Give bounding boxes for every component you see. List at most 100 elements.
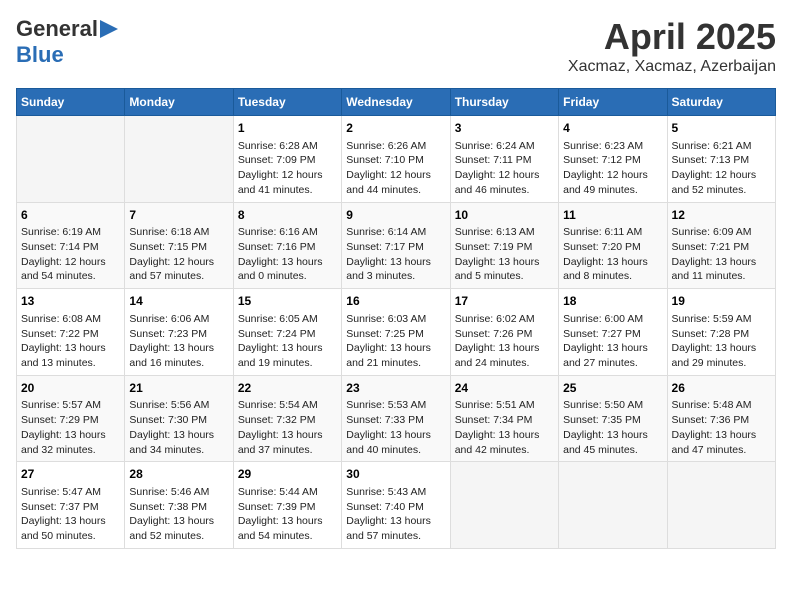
calendar-cell — [17, 116, 125, 203]
day-number: 20 — [21, 380, 120, 397]
day-number: 28 — [129, 466, 228, 483]
calendar-cell: 29 Sunrise: 5:44 AMSunset: 7:39 PMDayligh… — [233, 462, 341, 549]
logo-blue-text: Blue — [16, 42, 64, 68]
day-number: 19 — [672, 293, 771, 310]
cell-content: Sunrise: 5:56 AMSunset: 7:30 PMDaylight:… — [129, 398, 228, 457]
calendar-body: 1 Sunrise: 6:28 AMSunset: 7:09 PMDaylight… — [17, 116, 776, 549]
cell-content: Sunrise: 6:09 AMSunset: 7:21 PMDaylight:… — [672, 225, 771, 284]
calendar-cell: 26Sunrise: 5:48 AMSunset: 7:36 PMDayligh… — [667, 375, 775, 462]
logo: General Blue — [16, 16, 118, 68]
day-number: 14 — [129, 293, 228, 310]
cell-content: Sunrise: 5:46 AMSunset: 7:38 PMDaylight:… — [129, 485, 228, 544]
calendar-cell — [559, 462, 667, 549]
day-number: 29 — [238, 466, 337, 483]
cell-content: Sunrise: 5:54 AMSunset: 7:32 PMDaylight:… — [238, 398, 337, 457]
day-number: 5 — [672, 120, 771, 137]
cell-content: Sunrise: 6:02 AMSunset: 7:26 PMDaylight:… — [455, 312, 554, 371]
calendar-cell: 20Sunrise: 5:57 AMSunset: 7:29 PMDayligh… — [17, 375, 125, 462]
column-header-tuesday: Tuesday — [233, 89, 341, 116]
cell-content: Sunrise: 5:59 AMSunset: 7:28 PMDaylight:… — [672, 312, 771, 371]
column-header-wednesday: Wednesday — [342, 89, 450, 116]
column-header-monday: Monday — [125, 89, 233, 116]
calendar-cell: 22Sunrise: 5:54 AMSunset: 7:32 PMDayligh… — [233, 375, 341, 462]
calendar-cell: 6Sunrise: 6:19 AMSunset: 7:14 PMDaylight… — [17, 202, 125, 289]
cell-content: Sunrise: 5:44 AMSunset: 7:39 PMDaylight:… — [238, 485, 337, 544]
calendar-cell: 2 Sunrise: 6:26 AMSunset: 7:10 PMDaylight… — [342, 116, 450, 203]
cell-content: Sunrise: 6:24 AMSunset: 7:11 PMDaylight:… — [455, 139, 554, 198]
column-header-sunday: Sunday — [17, 89, 125, 116]
day-number: 21 — [129, 380, 228, 397]
day-number: 8 — [238, 207, 337, 224]
column-header-friday: Friday — [559, 89, 667, 116]
cell-content: Sunrise: 5:47 AMSunset: 7:37 PMDaylight:… — [21, 485, 120, 544]
calendar-cell — [450, 462, 558, 549]
day-number: 11 — [563, 207, 662, 224]
cell-content: Sunrise: 6:06 AMSunset: 7:23 PMDaylight:… — [129, 312, 228, 371]
calendar-cell: 4 Sunrise: 6:23 AMSunset: 7:12 PMDaylight… — [559, 116, 667, 203]
title-block: April 2025 Xacmaz, Xacmaz, Azerbaijan — [568, 16, 776, 76]
day-number: 17 — [455, 293, 554, 310]
cell-content: Sunrise: 6:11 AMSunset: 7:20 PMDaylight:… — [563, 225, 662, 284]
cell-content: Sunrise: 6:03 AMSunset: 7:25 PMDaylight:… — [346, 312, 445, 371]
day-number: 25 — [563, 380, 662, 397]
page-title: April 2025 — [568, 16, 776, 58]
day-number: 30 — [346, 466, 445, 483]
cell-content: Sunrise: 6:26 AMSunset: 7:10 PMDaylight:… — [346, 139, 445, 198]
day-number: 27 — [21, 466, 120, 483]
cell-content: Sunrise: 6:08 AMSunset: 7:22 PMDaylight:… — [21, 312, 120, 371]
calendar-cell: 25Sunrise: 5:50 AMSunset: 7:35 PMDayligh… — [559, 375, 667, 462]
calendar-cell: 24Sunrise: 5:51 AMSunset: 7:34 PMDayligh… — [450, 375, 558, 462]
calendar-cell: 13 Sunrise: 6:08 AMSunset: 7:22 PMDayligh… — [17, 289, 125, 376]
calendar-cell: 12Sunrise: 6:09 AMSunset: 7:21 PMDayligh… — [667, 202, 775, 289]
day-number: 10 — [455, 207, 554, 224]
calendar-cell: 19 Sunrise: 5:59 AMSunset: 7:28 PMDayligh… — [667, 289, 775, 376]
week-row-4: 20Sunrise: 5:57 AMSunset: 7:29 PMDayligh… — [17, 375, 776, 462]
calendar-cell: 11Sunrise: 6:11 AMSunset: 7:20 PMDayligh… — [559, 202, 667, 289]
day-number: 2 — [346, 120, 445, 137]
calendar-cell: 8Sunrise: 6:16 AMSunset: 7:16 PMDaylight… — [233, 202, 341, 289]
cell-content: Sunrise: 5:51 AMSunset: 7:34 PMDaylight:… — [455, 398, 554, 457]
calendar-cell: 27 Sunrise: 5:47 AMSunset: 7:37 PMDayligh… — [17, 462, 125, 549]
day-number: 15 — [238, 293, 337, 310]
cell-content: Sunrise: 6:28 AMSunset: 7:09 PMDaylight:… — [238, 139, 337, 198]
cell-content: Sunrise: 6:13 AMSunset: 7:19 PMDaylight:… — [455, 225, 554, 284]
day-number: 23 — [346, 380, 445, 397]
cell-content: Sunrise: 6:23 AMSunset: 7:12 PMDaylight:… — [563, 139, 662, 198]
calendar-cell — [667, 462, 775, 549]
cell-content: Sunrise: 6:18 AMSunset: 7:15 PMDaylight:… — [129, 225, 228, 284]
cell-content: Sunrise: 6:05 AMSunset: 7:24 PMDaylight:… — [238, 312, 337, 371]
day-number: 3 — [455, 120, 554, 137]
cell-content: Sunrise: 5:50 AMSunset: 7:35 PMDaylight:… — [563, 398, 662, 457]
calendar-cell: 15 Sunrise: 6:05 AMSunset: 7:24 PMDayligh… — [233, 289, 341, 376]
week-row-1: 1 Sunrise: 6:28 AMSunset: 7:09 PMDaylight… — [17, 116, 776, 203]
cell-content: Sunrise: 5:53 AMSunset: 7:33 PMDaylight:… — [346, 398, 445, 457]
day-number: 1 — [238, 120, 337, 137]
cell-content: Sunrise: 5:48 AMSunset: 7:36 PMDaylight:… — [672, 398, 771, 457]
day-number: 24 — [455, 380, 554, 397]
cell-content: Sunrise: 6:19 AMSunset: 7:14 PMDaylight:… — [21, 225, 120, 284]
column-header-thursday: Thursday — [450, 89, 558, 116]
logo-arrow-icon — [100, 20, 118, 38]
calendar-cell: 23Sunrise: 5:53 AMSunset: 7:33 PMDayligh… — [342, 375, 450, 462]
day-number: 7 — [129, 207, 228, 224]
week-row-2: 6Sunrise: 6:19 AMSunset: 7:14 PMDaylight… — [17, 202, 776, 289]
day-number: 12 — [672, 207, 771, 224]
day-number: 4 — [563, 120, 662, 137]
day-number: 13 — [21, 293, 120, 310]
calendar-cell: 7Sunrise: 6:18 AMSunset: 7:15 PMDaylight… — [125, 202, 233, 289]
cell-content: Sunrise: 6:00 AMSunset: 7:27 PMDaylight:… — [563, 312, 662, 371]
calendar-cell: 18Sunrise: 6:00 AMSunset: 7:27 PMDayligh… — [559, 289, 667, 376]
day-number: 9 — [346, 207, 445, 224]
day-number: 6 — [21, 207, 120, 224]
calendar-cell: 1 Sunrise: 6:28 AMSunset: 7:09 PMDaylight… — [233, 116, 341, 203]
cell-content: Sunrise: 5:43 AMSunset: 7:40 PMDaylight:… — [346, 485, 445, 544]
calendar-header: SundayMondayTuesdayWednesdayThursdayFrid… — [17, 89, 776, 116]
calendar-cell: 21Sunrise: 5:56 AMSunset: 7:30 PMDayligh… — [125, 375, 233, 462]
cell-content: Sunrise: 6:16 AMSunset: 7:16 PMDaylight:… — [238, 225, 337, 284]
day-number: 26 — [672, 380, 771, 397]
calendar-cell: 17 Sunrise: 6:02 AMSunset: 7:26 PMDayligh… — [450, 289, 558, 376]
day-number: 16 — [346, 293, 445, 310]
calendar-cell: 14 Sunrise: 6:06 AMSunset: 7:23 PMDayligh… — [125, 289, 233, 376]
calendar-cell: 30 Sunrise: 5:43 AMSunset: 7:40 PMDayligh… — [342, 462, 450, 549]
header-row: SundayMondayTuesdayWednesdayThursdayFrid… — [17, 89, 776, 116]
